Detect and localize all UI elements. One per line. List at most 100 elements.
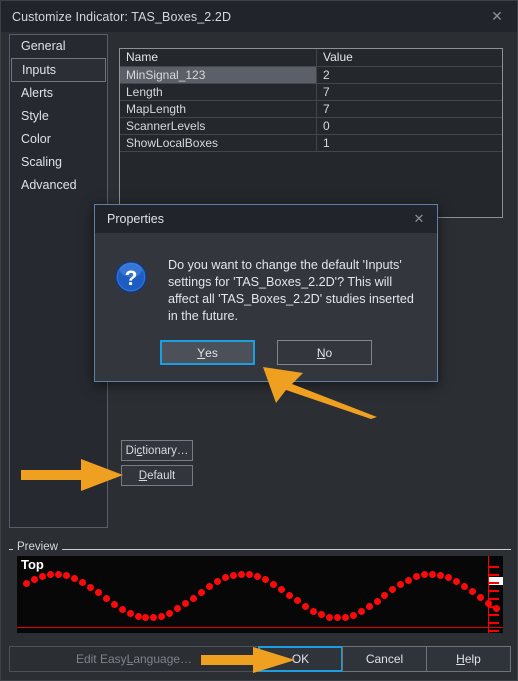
close-icon[interactable]: ✕ bbox=[401, 205, 437, 233]
tab-label: General bbox=[21, 39, 66, 53]
chart-data-point bbox=[429, 570, 437, 578]
grid-row[interactable]: MinSignal_123 2 bbox=[120, 67, 502, 84]
tab-style[interactable]: Style bbox=[11, 105, 106, 128]
tab-label: Alerts bbox=[21, 86, 53, 100]
grid-cell-name[interactable]: Length bbox=[120, 84, 317, 100]
tab-scaling[interactable]: Scaling bbox=[11, 151, 106, 174]
chart-axis-tick bbox=[489, 630, 499, 632]
chart-data-point bbox=[277, 585, 285, 593]
chart-data-point bbox=[78, 578, 86, 586]
chart-data-point bbox=[381, 592, 389, 600]
tab-label: Scaling bbox=[21, 155, 62, 169]
grid-header-row: Name Value bbox=[120, 49, 502, 67]
customize-indicator-window: Customize Indicator: TAS_Boxes_2.2D ✕ Ge… bbox=[0, 0, 518, 681]
grid-cell-value[interactable]: 2 bbox=[317, 67, 502, 83]
chart-data-point bbox=[230, 571, 238, 579]
chart-axis-tick bbox=[489, 582, 499, 584]
grid-row[interactable]: ShowLocalBoxes 1 bbox=[120, 135, 502, 152]
tab-label: Color bbox=[21, 132, 51, 146]
chart-data-point bbox=[166, 609, 174, 617]
grid-cell-value[interactable]: 7 bbox=[317, 84, 502, 100]
chart-data-point bbox=[477, 593, 485, 601]
chart-data-point bbox=[373, 597, 381, 605]
chart-data-point bbox=[469, 588, 477, 596]
chart-data-point bbox=[453, 577, 461, 585]
chart-data-point bbox=[445, 574, 453, 582]
chart-data-point bbox=[317, 611, 325, 619]
chart-data-point bbox=[246, 570, 254, 578]
properties-dialog-titlebar: Properties ✕ bbox=[95, 205, 437, 233]
chart-data-point bbox=[413, 573, 421, 581]
dictionary-button[interactable]: Di c tionary… bbox=[121, 440, 193, 461]
tab-label: Style bbox=[21, 109, 49, 123]
chart-data-point bbox=[349, 611, 357, 619]
chart-data-point bbox=[70, 574, 78, 582]
chart-data-point bbox=[325, 613, 333, 621]
grid-cell-value[interactable]: 7 bbox=[317, 101, 502, 117]
tab-inputs[interactable]: Inputs bbox=[11, 58, 106, 82]
chart-data-point bbox=[309, 607, 317, 615]
grid-cell-name[interactable]: ScannerLevels bbox=[120, 118, 317, 134]
grid-cell-value[interactable]: 0 bbox=[317, 118, 502, 134]
chart-data-point bbox=[38, 572, 46, 580]
chart-baseline bbox=[17, 626, 503, 628]
chart-data-point bbox=[142, 614, 150, 622]
properties-dialog: Properties ✕ ? Do you want to change the… bbox=[94, 204, 438, 382]
grid-cell-value[interactable]: 1 bbox=[317, 135, 502, 151]
dialog-button-bar: Edit Easy Language… OK Cancel Help bbox=[9, 646, 511, 672]
no-button[interactable]: No bbox=[277, 340, 372, 365]
chart-axis-tick bbox=[489, 574, 499, 576]
preview-top-label: Top bbox=[21, 557, 44, 572]
chart-data-point bbox=[30, 575, 38, 583]
grid-row[interactable]: Length 7 bbox=[120, 84, 502, 101]
grid-row[interactable]: MapLength 7 bbox=[120, 101, 502, 118]
cancel-button[interactable]: Cancel bbox=[342, 646, 427, 672]
tab-label: Advanced bbox=[21, 178, 77, 192]
chart-data-point bbox=[437, 571, 445, 579]
preview-chart: Top bbox=[17, 556, 503, 633]
tab-general[interactable]: General bbox=[11, 35, 106, 58]
inputs-grid[interactable]: Name Value MinSignal_123 2 Length 7 MapLength 7… bbox=[119, 48, 503, 218]
yes-button[interactable]: Yes bbox=[160, 340, 255, 365]
chart-data-point bbox=[301, 602, 309, 610]
chart-data-point bbox=[269, 580, 277, 588]
grid-column-header-name[interactable]: Name bbox=[120, 49, 317, 66]
chart-axis-tick bbox=[489, 566, 499, 568]
chart-data-point bbox=[134, 612, 142, 620]
grid-row[interactable]: ScannerLevels 0 bbox=[120, 118, 502, 135]
chart-data-point bbox=[94, 589, 102, 597]
close-icon[interactable]: ✕ bbox=[477, 1, 517, 32]
edit-easylanguage-button: Edit Easy Language… bbox=[9, 646, 259, 672]
chart-axis-tick bbox=[489, 614, 499, 616]
chart-data-point bbox=[182, 600, 190, 608]
tab-alerts[interactable]: Alerts bbox=[11, 82, 106, 105]
chart-data-point bbox=[86, 583, 94, 591]
chart-data-point bbox=[198, 588, 206, 596]
preview-group: Preview Top bbox=[9, 541, 511, 637]
grid-cell-name[interactable]: MapLength bbox=[120, 101, 317, 117]
chart-axis-tick bbox=[489, 598, 499, 600]
help-button[interactable]: Help bbox=[426, 646, 511, 672]
chart-data-point bbox=[333, 614, 341, 622]
default-button[interactable]: Default bbox=[121, 465, 193, 486]
preview-legend-label: Preview bbox=[13, 541, 62, 553]
properties-dialog-body: ? Do you want to change the default 'Inp… bbox=[95, 233, 437, 325]
chart-data-point bbox=[222, 574, 230, 582]
chart-data-point bbox=[46, 570, 54, 578]
chart-data-point bbox=[102, 595, 110, 603]
grid-column-header-value[interactable]: Value bbox=[317, 49, 502, 66]
properties-dialog-title: Properties bbox=[107, 212, 164, 226]
tab-color[interactable]: Color bbox=[11, 128, 106, 151]
chart-data-point bbox=[421, 571, 429, 579]
grid-cell-name[interactable]: MinSignal_123 bbox=[120, 67, 317, 83]
chart-data-point bbox=[118, 605, 126, 613]
tab-advanced[interactable]: Advanced bbox=[11, 174, 106, 197]
svg-text:?: ? bbox=[125, 267, 138, 290]
chart-axis-tick bbox=[489, 622, 499, 624]
ok-button[interactable]: OK bbox=[258, 646, 343, 672]
chart-data-point bbox=[54, 570, 62, 578]
chart-data-point bbox=[238, 570, 246, 578]
chart-data-point bbox=[357, 608, 365, 616]
window-titlebar: Customize Indicator: TAS_Boxes_2.2D ✕ bbox=[1, 1, 517, 32]
grid-cell-name[interactable]: ShowLocalBoxes bbox=[120, 135, 317, 151]
